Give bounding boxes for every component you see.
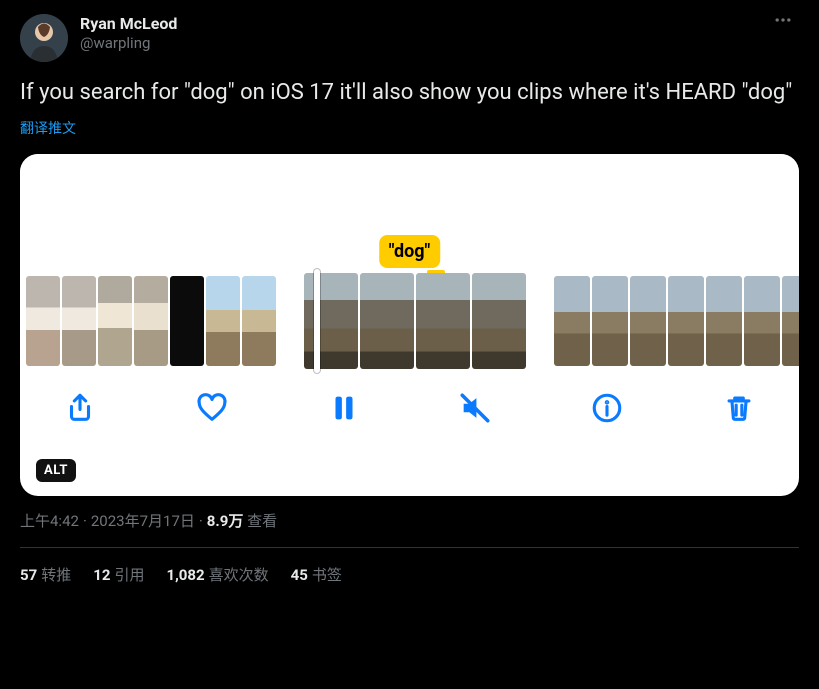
timeline-clip-group[interactable] <box>554 276 799 366</box>
author-name-block: Ryan McLeod @warpling <box>80 14 177 53</box>
delete-button[interactable] <box>717 386 761 430</box>
timeline-frame <box>304 273 358 369</box>
timeline-clip-group-active[interactable] <box>304 273 526 369</box>
retweets-count: 57 <box>20 566 37 584</box>
likes-count: 1,082 <box>166 566 204 584</box>
quotes-count: 12 <box>93 566 110 584</box>
bookmarks-count: 45 <box>291 566 308 584</box>
timeline-frame <box>782 276 799 366</box>
bookmarks-label: 书签 <box>312 566 342 584</box>
transcript-keyword-label: "dog" <box>379 235 441 268</box>
info-button[interactable] <box>585 386 629 430</box>
likes-label: 喜欢次数 <box>209 566 269 584</box>
timeline-playhead[interactable] <box>314 269 320 373</box>
quotes-stat[interactable]: 12引用 <box>93 564 144 585</box>
timeline-clip-group[interactable] <box>26 276 276 366</box>
timeline-frame <box>98 276 132 366</box>
trash-icon <box>722 391 756 425</box>
bookmarks-stat[interactable]: 45书签 <box>291 564 342 585</box>
info-icon <box>590 391 624 425</box>
speaker-muted-icon <box>458 391 492 425</box>
pause-icon <box>327 391 361 425</box>
tweet-header: Ryan McLeod @warpling <box>20 14 799 62</box>
share-icon <box>63 391 97 425</box>
like-button[interactable] <box>190 386 234 430</box>
alt-badge[interactable]: ALT <box>36 459 76 482</box>
tweet-container: Ryan McLeod @warpling If you search for … <box>0 0 819 601</box>
heart-icon <box>195 391 229 425</box>
timeline-frame <box>668 276 704 366</box>
timeline-frame <box>170 276 204 366</box>
mute-button[interactable] <box>453 386 497 430</box>
timeline-frame <box>134 276 168 366</box>
retweets-stat[interactable]: 57转推 <box>20 564 71 585</box>
retweets-label: 转推 <box>41 566 71 584</box>
more-button[interactable] <box>773 10 793 34</box>
timeline-frame <box>554 276 590 366</box>
translate-link[interactable]: 翻译推文 <box>20 118 799 138</box>
timeline-frame <box>62 276 96 366</box>
media-top-area: "dog" <box>20 154 799 274</box>
tweet-time[interactable]: 上午4:42 <box>20 512 79 530</box>
author-handle[interactable]: @warpling <box>80 34 177 53</box>
author-display-name[interactable]: Ryan McLeod <box>80 14 177 34</box>
timeline-frame <box>744 276 780 366</box>
quotes-label: 引用 <box>114 566 144 584</box>
timeline-frame <box>242 276 276 366</box>
video-timeline[interactable] <box>20 274 799 368</box>
timeline-frame <box>360 273 414 369</box>
tweet-views-label: 查看 <box>247 512 277 530</box>
timeline-frame <box>206 276 240 366</box>
timeline-frame <box>26 276 60 366</box>
avatar-image <box>20 14 68 62</box>
timeline-frame <box>416 273 470 369</box>
likes-stat[interactable]: 1,082 喜欢次数 <box>166 564 268 585</box>
media-toolbar <box>20 368 799 454</box>
avatar[interactable] <box>20 14 68 62</box>
timeline-frame <box>630 276 666 366</box>
ellipsis-icon <box>773 10 793 30</box>
share-button[interactable] <box>58 386 102 430</box>
tweet-date[interactable]: 2023年7月17日 <box>91 512 195 530</box>
tweet-text: If you search for "dog" on iOS 17 it'll … <box>20 78 799 108</box>
tweet-views-count[interactable]: 8.9万 <box>207 512 244 530</box>
media-attachment[interactable]: "dog" <box>20 154 799 496</box>
timeline-frame <box>592 276 628 366</box>
timeline-frame <box>706 276 742 366</box>
tweet-meta: 上午4:42·2023年7月17日·8.9万 查看 <box>20 510 799 531</box>
pause-button[interactable] <box>322 386 366 430</box>
tweet-stats: 57转推 12引用 1,082 喜欢次数 45书签 <box>20 548 799 593</box>
timeline-frame <box>472 273 526 369</box>
